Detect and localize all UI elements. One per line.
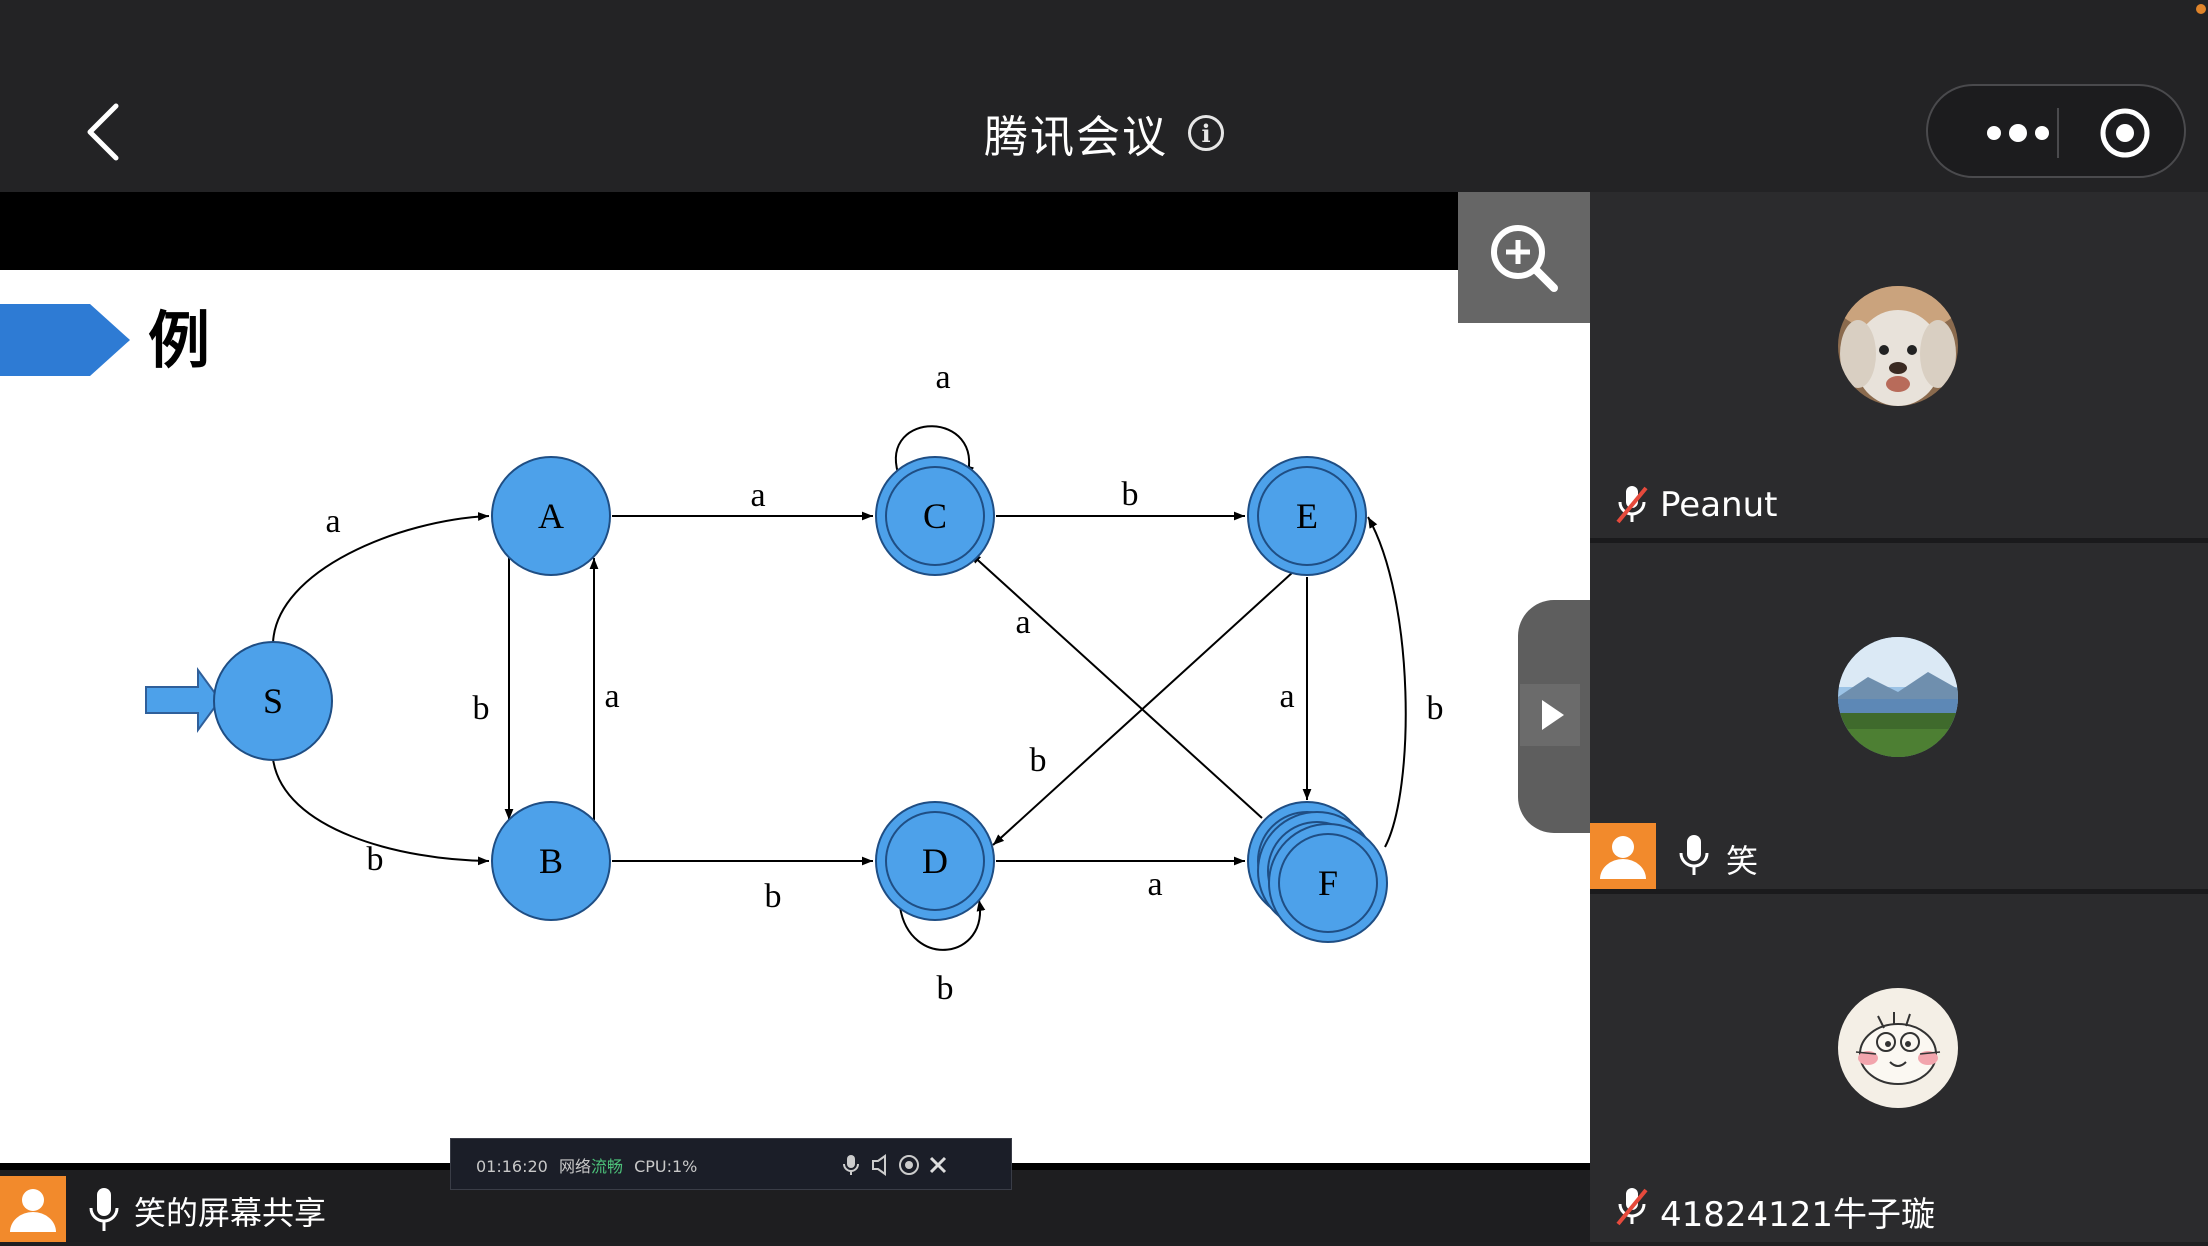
elapsed-time: 01:16:20	[476, 1157, 548, 1176]
mini-program-capsule	[1926, 84, 2186, 178]
info-icon[interactable]: i	[1188, 115, 1224, 151]
transition-label-F-C: a	[1015, 604, 1030, 641]
participant-panel: Peanut 笑 41824121牛子璇	[1590, 192, 2208, 1242]
state-label-D: D	[922, 841, 948, 881]
camera-icon[interactable]	[897, 1152, 921, 1178]
mic-icon	[1674, 833, 1714, 877]
participant-tile[interactable]: 41824121牛子璇	[1590, 894, 2208, 1240]
play-triangle-icon[interactable]	[1520, 684, 1580, 746]
transition-label-B-A: a	[604, 678, 619, 715]
state-nodes: S A B C D E F	[213, 456, 1388, 943]
close-icon[interactable]	[927, 1153, 949, 1177]
participant-tile[interactable]: 笑	[1590, 543, 2208, 889]
start-arrow-icon	[145, 666, 222, 734]
cpu-usage: CPU:1%	[634, 1157, 698, 1176]
capsule-divider	[2057, 108, 2059, 158]
transition-label-F-E: b	[1427, 690, 1444, 727]
speaker-icon[interactable]	[869, 1153, 891, 1177]
mic-icon[interactable]	[841, 1153, 861, 1177]
state-label-E: E	[1296, 496, 1318, 536]
transition-label-E-D: b	[1030, 742, 1047, 779]
transition-label-A-B: b	[473, 690, 490, 727]
mic-muted-icon	[1612, 482, 1652, 526]
network-label: 网络	[558, 1157, 591, 1176]
dog-photo-avatar	[1838, 286, 1958, 406]
transition-label-E-F: a	[1279, 678, 1294, 715]
transition-label-C-C: a	[935, 359, 950, 396]
slide-heading: 例	[148, 304, 210, 377]
zoom-in-icon	[1491, 225, 1558, 292]
zoom-button[interactable]	[1458, 192, 1590, 323]
network-status: 流畅	[590, 1157, 623, 1176]
user-placeholder-avatar	[0, 1176, 66, 1242]
transition-arrow-S-A	[272, 512, 490, 644]
heading-bar	[0, 304, 130, 376]
record-icon[interactable]	[2098, 106, 2152, 160]
mic-icon	[84, 1186, 124, 1234]
transition-label-S-A: a	[325, 503, 340, 540]
landscape-photo-avatar	[1838, 637, 1958, 757]
transition-label-A-C: a	[750, 477, 765, 514]
screen-share-label: 笑的屏幕共享	[134, 1194, 327, 1232]
meeting-title: 腾讯会议	[984, 112, 1168, 163]
shared-slide: 例 a b a b a b a b b a b a a b S A B C D E F	[0, 270, 1590, 1163]
state-label-B: B	[539, 841, 563, 881]
transition-label-C-E: b	[1122, 476, 1139, 513]
participant-name: Peanut	[1660, 485, 1778, 525]
share-control-toolbar: 01:16:20 网络流畅 CPU:1%	[450, 1138, 1012, 1190]
transition-label-D-D: b	[937, 970, 954, 1007]
transition-edges	[272, 425, 1407, 951]
state-label-C: C	[923, 496, 947, 536]
transition-label-D-F: a	[1147, 866, 1162, 903]
user-placeholder-avatar	[1590, 823, 1656, 889]
dfa-diagram: 例 a b a b a b a b b a b a a b S A B C D E F	[0, 304, 1444, 1007]
transition-label-S-B: b	[367, 841, 384, 878]
state-label-A: A	[538, 496, 564, 536]
participant-name: 笑	[1726, 842, 1759, 880]
state-label-S: S	[263, 681, 283, 721]
state-label-F: F	[1318, 863, 1338, 903]
participant-name: 41824121牛子璇	[1660, 1195, 1936, 1235]
transition-arrow-F-C	[969, 552, 1263, 819]
transition-arrow-F-E	[1367, 516, 1407, 848]
side-panel-handle[interactable]	[1518, 600, 1590, 833]
status-dot	[2196, 4, 2206, 14]
more-dots-icon[interactable]	[1968, 116, 2068, 150]
cartoon-cat-avatar	[1838, 988, 1958, 1108]
mic-muted-icon	[1612, 1184, 1652, 1228]
transition-label-B-D: b	[765, 878, 782, 915]
participant-tile[interactable]: Peanut	[1590, 192, 2208, 538]
top-bar: 腾讯会议 i	[0, 0, 2208, 192]
